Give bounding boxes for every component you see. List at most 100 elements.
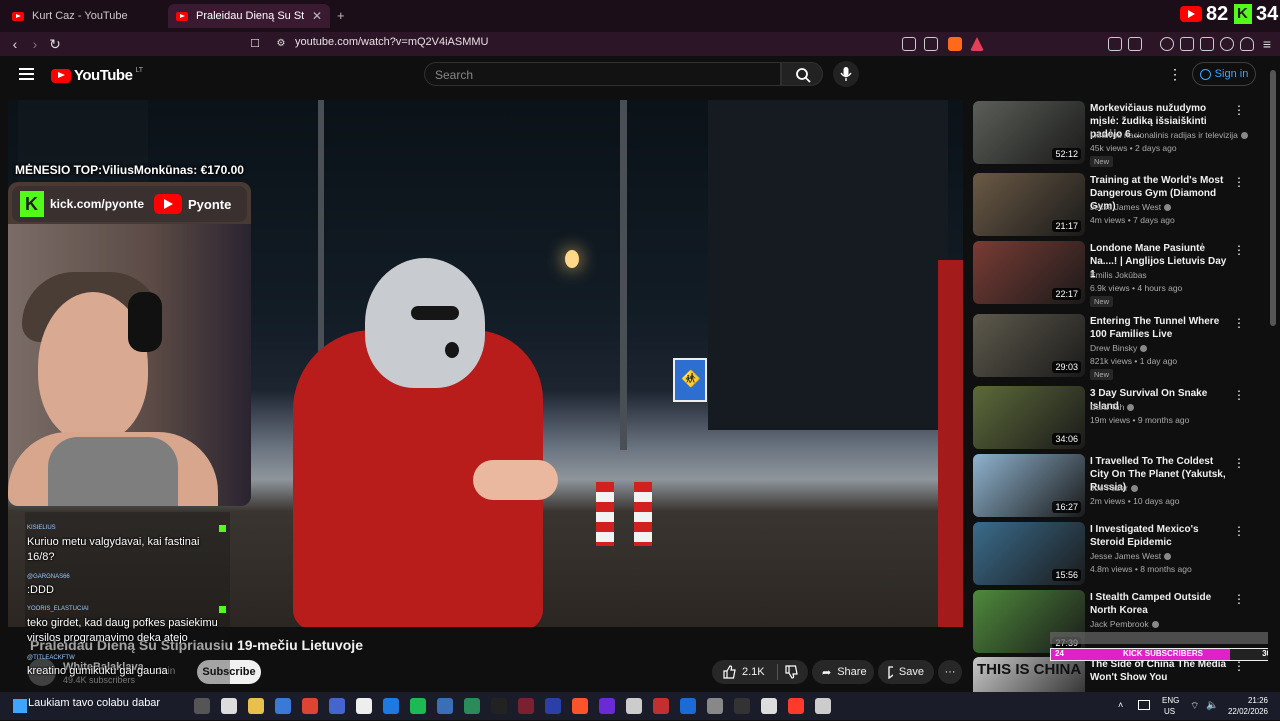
recommendation-menu-icon[interactable]: ⋮ — [1233, 103, 1245, 117]
taskbar-app-icon[interactable] — [572, 698, 588, 714]
sidebar-icon[interactable] — [1180, 37, 1194, 51]
taskbar-app-icon[interactable] — [788, 698, 804, 714]
recommendation-thumbnail[interactable]: 29:03 — [973, 314, 1085, 377]
clock-date[interactable]: 22/02/2026 — [1218, 707, 1268, 716]
save-button[interactable]: Save — [878, 660, 934, 684]
recommendation-channel[interactable]: Jack Pembrook — [1090, 619, 1159, 629]
recommendation-item[interactable]: 15:56 I Investigated Mexico's Steroid Epi… — [973, 522, 1253, 586]
tray-chevron-icon[interactable]: ˄ — [1118, 700, 1123, 710]
recommendation-menu-icon[interactable]: ⋮ — [1233, 592, 1245, 606]
forward-icon[interactable]: › — [26, 35, 44, 53]
taskbar-app-icon[interactable] — [437, 698, 453, 714]
recommendation-thumbnail[interactable]: 21:17 — [973, 173, 1085, 236]
taskbar-app-icon[interactable] — [464, 698, 480, 714]
more-actions-button[interactable]: ··· — [938, 660, 962, 684]
recommendation-menu-icon[interactable]: ⋮ — [1233, 243, 1245, 257]
sign-in-button[interactable]: Sign in — [1192, 62, 1256, 86]
brave-shields-icon[interactable] — [948, 37, 962, 51]
scrollbar-thumb[interactable] — [1270, 70, 1276, 326]
recommendation-channel[interactable]: Dara Tah — [1090, 402, 1135, 412]
taskbar-app-icon[interactable] — [815, 698, 831, 714]
recommendation-item[interactable]: 22:17 Londone Mane Pasiuntė Na....! | Ang… — [973, 241, 1253, 307]
taskbar-app-icon[interactable] — [383, 698, 399, 714]
close-tab-icon[interactable]: ✕ — [312, 9, 322, 23]
wallet-icon[interactable] — [1200, 37, 1214, 51]
taskbar-app-icon[interactable] — [194, 698, 210, 714]
recommendation-title[interactable]: Entering The Tunnel Where 100 Families L… — [1090, 315, 1230, 341]
taskbar-app-icon[interactable] — [626, 698, 642, 714]
like-dislike-group[interactable]: 2.1K — [712, 660, 808, 684]
recommendation-channel[interactable]: Jesse James West — [1090, 551, 1172, 561]
recommendation-channel[interactable]: Lietuvos nacionalinis radijas ir televiz… — [1090, 130, 1248, 140]
recommendation-item[interactable]: 16:27 I Travelled To The Coldest City On … — [973, 454, 1253, 518]
share-page-icon[interactable] — [924, 37, 938, 51]
taskbar-app-icon[interactable] — [302, 698, 318, 714]
media-icon[interactable] — [1160, 37, 1174, 51]
recommendation-item[interactable]: 27:39I Stealth Camped Outside North Kore… — [973, 590, 1253, 654]
recommendation-title[interactable]: The Side of China The Media Won't Show Y… — [1090, 658, 1230, 684]
reload-icon[interactable]: ↻ — [46, 35, 64, 53]
taskbar-app-icon[interactable] — [248, 698, 264, 714]
taskbar-app-icon[interactable] — [410, 698, 426, 714]
thumbs-down-icon[interactable] — [784, 665, 798, 679]
search-input[interactable]: Search — [424, 62, 781, 86]
recommendation-menu-icon[interactable]: ⋮ — [1233, 175, 1245, 189]
recommendation-title[interactable]: I Investigated Mexico's Steroid Epidemic — [1090, 523, 1230, 549]
taskbar-app-icon[interactable] — [491, 698, 507, 714]
screenshot-icon[interactable] — [1128, 37, 1142, 51]
share-button[interactable]: ➦ Share — [812, 660, 874, 684]
recommendation-item[interactable]: 52:12 Morkevičiaus nužudymo mįslė: žudiką… — [973, 101, 1253, 167]
taskbar-app-icon[interactable] — [221, 698, 237, 714]
youtube-logo[interactable]: YouTube LT — [51, 67, 143, 84]
recommendation-item[interactable]: 34:06 3 Day Survival On Snake Island Dara … — [973, 386, 1253, 450]
rewards-icon[interactable] — [970, 37, 984, 51]
menu-icon[interactable]: ≡ — [1258, 35, 1276, 53]
recommendation-item[interactable]: 29:03 Entering The Tunnel Where 100 Famil… — [973, 314, 1253, 380]
tray-network-icon[interactable] — [1138, 700, 1150, 710]
tab-kurt-caz[interactable]: Kurt Caz - YouTube — [4, 4, 166, 28]
new-tab-button[interactable]: + — [337, 8, 345, 23]
taskbar-app-icon[interactable] — [275, 698, 291, 714]
recommendation-thumbnail[interactable]: 15:56 — [973, 522, 1085, 585]
keyboard-layout[interactable]: US — [1164, 707, 1175, 716]
pip-icon[interactable] — [902, 37, 916, 51]
recommendation-menu-icon[interactable]: ⋮ — [1233, 316, 1245, 330]
vpn-icon[interactable] — [1240, 37, 1254, 51]
clock-time[interactable]: 21:26 — [1228, 696, 1268, 705]
back-icon[interactable]: ‹ — [6, 35, 24, 53]
recommendation-thumbnail[interactable]: 52:12 — [973, 101, 1085, 164]
settings-kebab-icon[interactable]: ⋮ — [1168, 66, 1182, 83]
recommendation-channel[interactable]: Drew Binsky — [1090, 343, 1148, 353]
taskbar-app-icon[interactable] — [761, 698, 777, 714]
wifi-icon[interactable]: ⌔ — [1190, 700, 1199, 713]
recommendation-channel[interactable]: Emilis Jokūbas — [1090, 270, 1147, 280]
recommendation-thumbnail[interactable]: 16:27 — [973, 454, 1085, 517]
taskbar-app-icon[interactable] — [329, 698, 345, 714]
recommendation-title[interactable]: I Stealth Camped Outside North Korea — [1090, 591, 1230, 617]
recommendation-menu-icon[interactable]: ⋮ — [1233, 659, 1245, 673]
recommendation-menu-icon[interactable]: ⋮ — [1233, 388, 1245, 402]
thumbs-up-icon[interactable] — [722, 665, 736, 679]
volume-icon[interactable]: 🔈 — [1206, 700, 1218, 711]
ai-icon[interactable] — [1220, 37, 1234, 51]
taskbar-app-icon[interactable] — [680, 698, 696, 714]
hamburger-menu-icon[interactable] — [19, 68, 34, 80]
taskbar-app-icon[interactable] — [653, 698, 669, 714]
taskbar-app-icon[interactable] — [734, 698, 750, 714]
windows-start-icon[interactable] — [13, 699, 27, 713]
tab-current-video[interactable]: Praleidau Dieną Su Stipriausiu Tik ✕ — [168, 4, 330, 28]
taskbar-app-icon[interactable] — [356, 698, 372, 714]
language-indicator[interactable]: ENG — [1162, 696, 1179, 705]
recommendation-thumbnail[interactable]: 34:06 — [973, 386, 1085, 449]
recommendation-channel[interactable]: Joe Fazer — [1090, 483, 1138, 493]
bookmark-icon[interactable]: ☐ — [246, 35, 264, 53]
taskbar-app-icon[interactable] — [599, 698, 615, 714]
extensions-icon[interactable] — [1108, 37, 1122, 51]
taskbar-app-icon[interactable] — [545, 698, 561, 714]
voice-search-button[interactable] — [833, 61, 859, 87]
recommendation-channel[interactable]: Jesse James West — [1090, 202, 1172, 212]
taskbar-app-icon[interactable] — [518, 698, 534, 714]
recommendation-item[interactable]: 21:17 Training at the World's Most Danger… — [973, 173, 1253, 237]
recommendation-menu-icon[interactable]: ⋮ — [1233, 456, 1245, 470]
site-info-icon[interactable]: ⚙ — [272, 35, 290, 53]
